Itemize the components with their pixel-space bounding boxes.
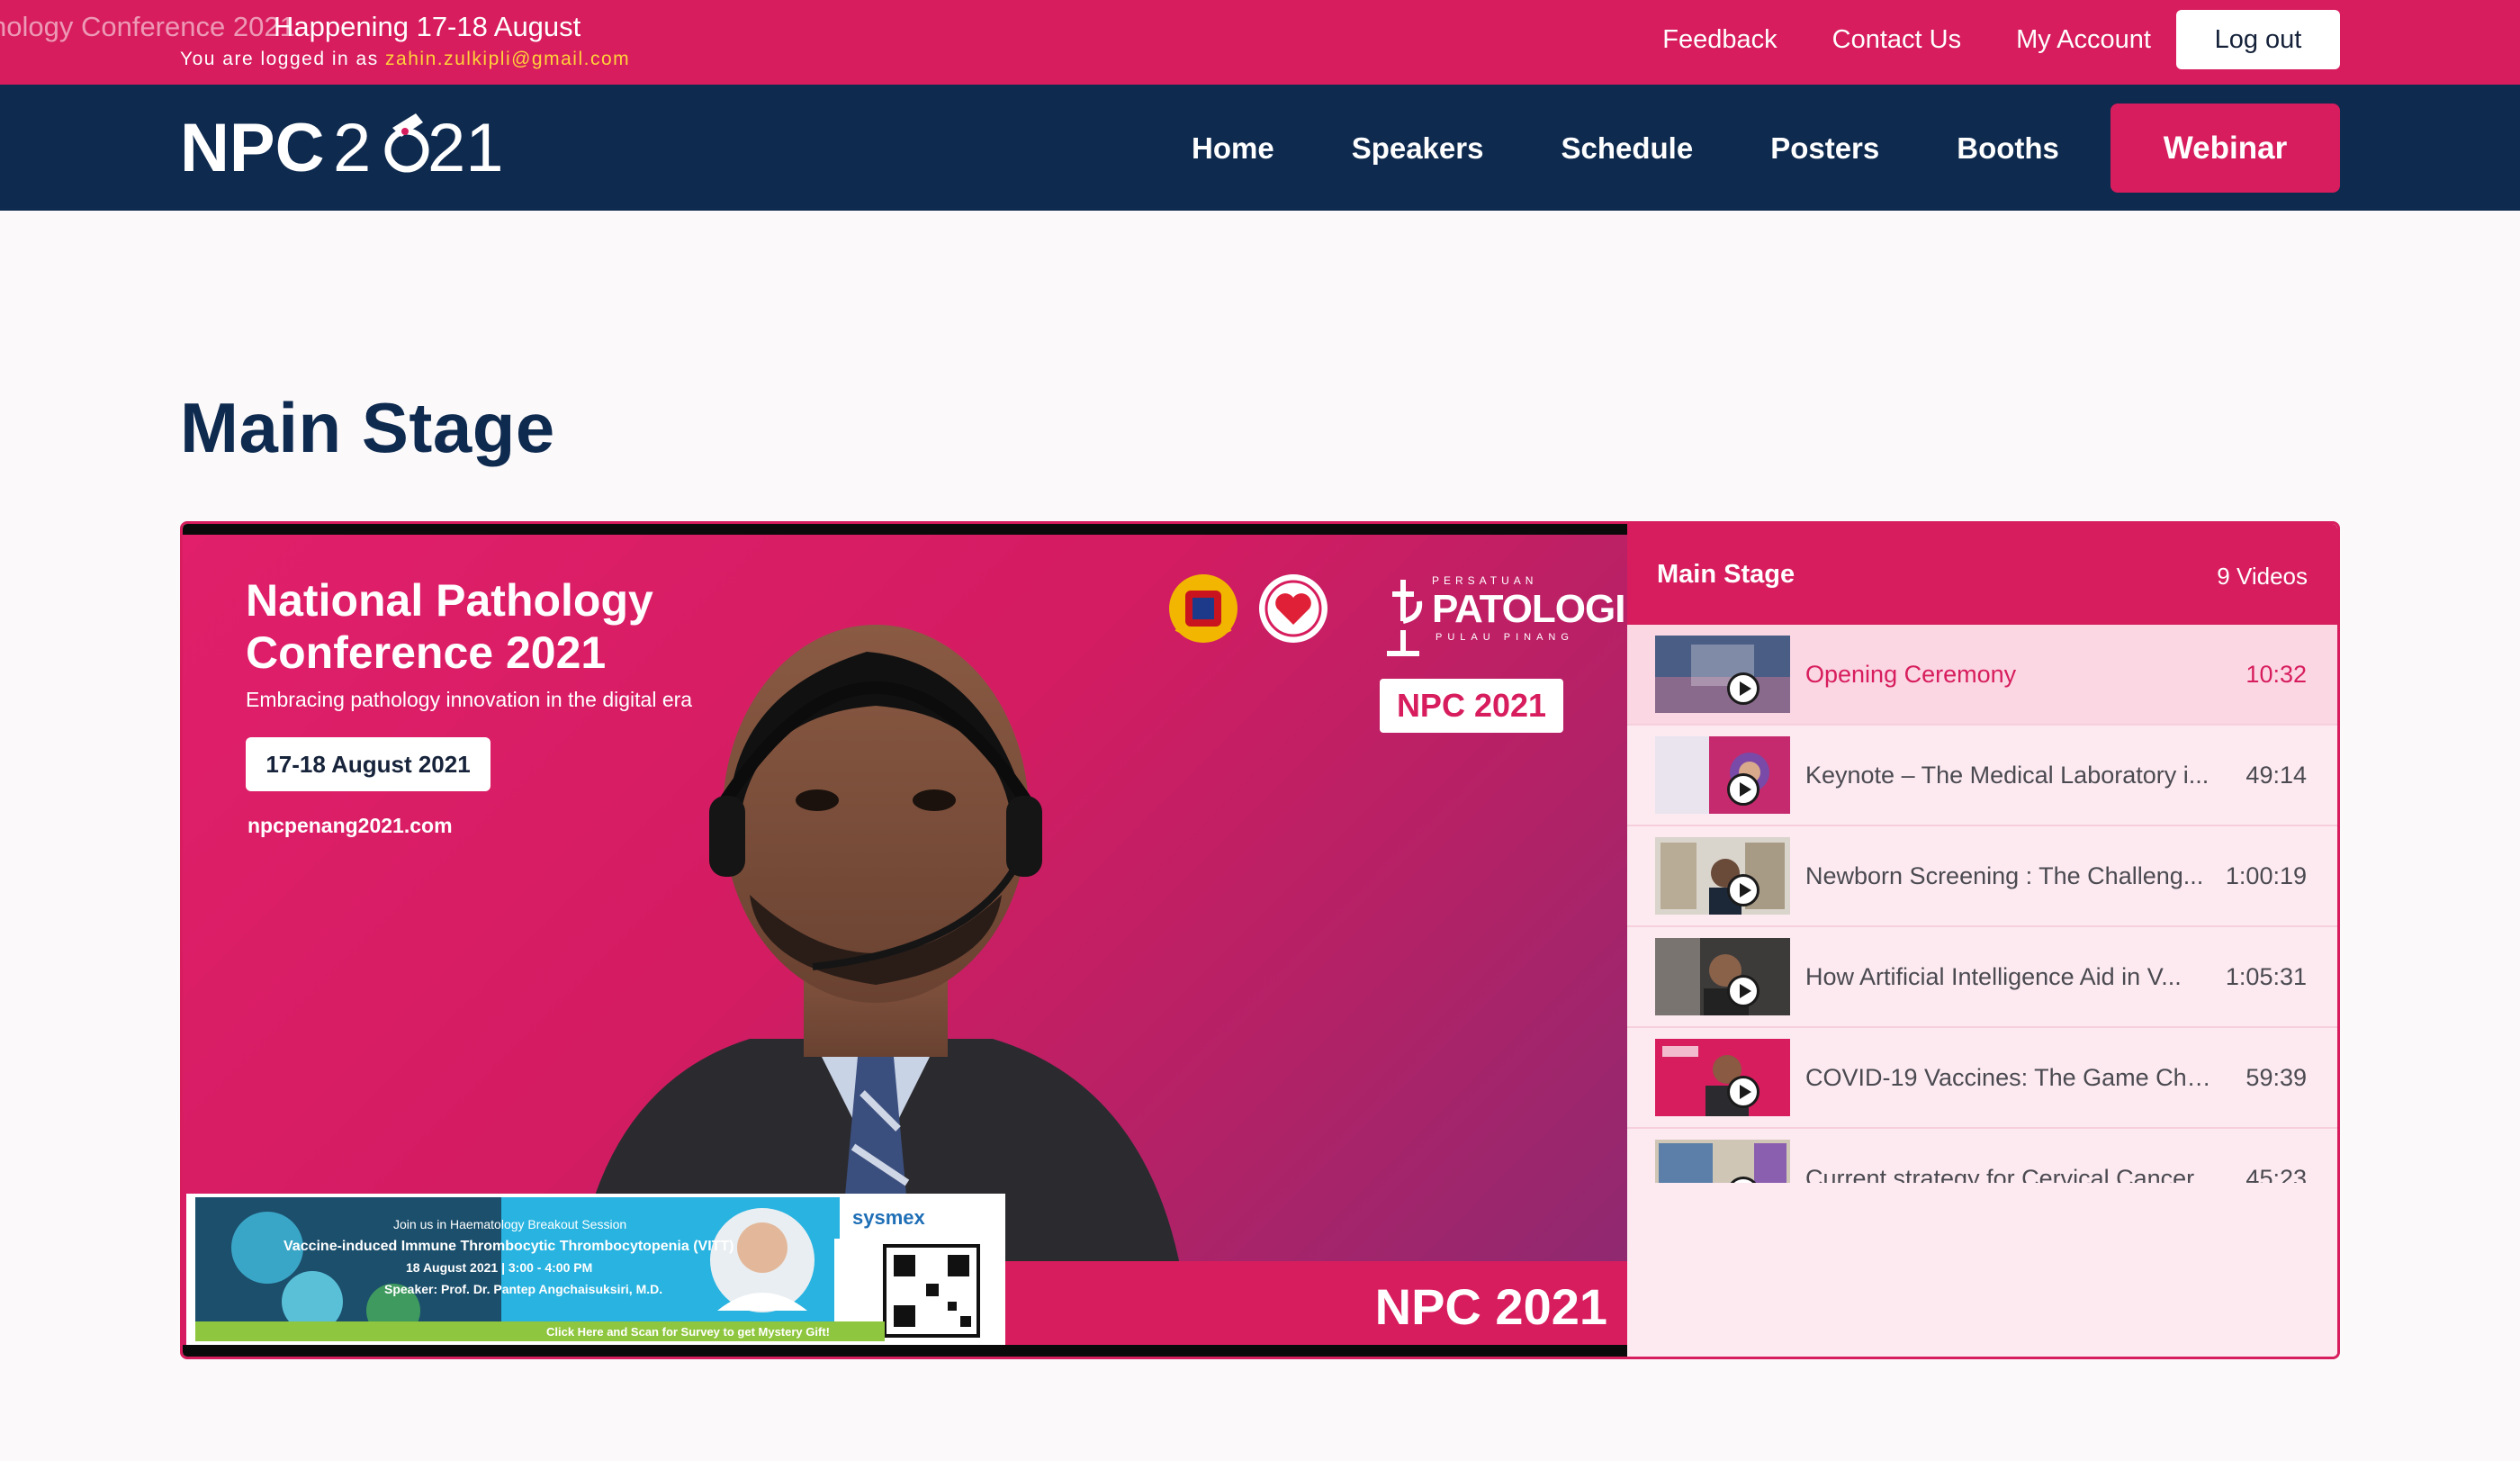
video-duration: 49:14: [2246, 762, 2307, 789]
login-status: You are logged in as zahin.zulkipli@gmai…: [180, 49, 630, 70]
user-email: zahin.zulkipli@gmail.com: [385, 49, 631, 69]
utility-links: Feedback Contact Us My Account: [1662, 25, 2151, 55]
microscope-icon: [1387, 580, 1423, 656]
svg-text:2: 2: [333, 110, 371, 186]
video-thumbnail: [1655, 736, 1790, 814]
video-title: Current strategy for Cervical Cancer...: [1805, 1165, 2214, 1183]
video-duration: 10:32: [2246, 661, 2307, 688]
video-player[interactable]: National Pathology Conference 2021 Embra…: [183, 524, 1627, 1357]
strip-logo: NPC 2021: [1374, 1278, 1607, 1335]
video-frame[interactable]: National Pathology Conference 2021 Embra…: [183, 535, 1627, 1345]
play-icon: [1727, 672, 1760, 705]
nav-speakers[interactable]: Speakers: [1352, 131, 1484, 166]
nav-posters[interactable]: Posters: [1770, 131, 1879, 166]
playlist-item[interactable]: Keynote – The Medical Laboratory i... 49…: [1627, 726, 2337, 826]
banner-line-2: Vaccine-induced Immune Thrombocytic Thro…: [284, 1239, 734, 1254]
marquee-trailing-text: hology Conference 2021: [0, 11, 295, 42]
patologi-logo: PERSATUAN PATOLOGI PULAU PINANG: [1378, 574, 1625, 656]
video-duration: 59:39: [2246, 1064, 2307, 1091]
video-title: COVID-19 Vaccines: The Game Cha...: [1805, 1064, 2219, 1091]
video-website: npcpenang2021.com: [248, 814, 453, 837]
playlist-header: Main Stage 9 Videos: [1627, 524, 2337, 625]
video-thumbnail: [1655, 1140, 1790, 1183]
play-icon: [1727, 975, 1760, 1007]
contact-us-link[interactable]: Contact Us: [1832, 25, 1961, 55]
logout-button[interactable]: Log out: [2176, 10, 2340, 69]
login-status-label: You are logged in as: [180, 49, 386, 69]
my-account-link[interactable]: My Account: [2016, 25, 2151, 55]
patologi-small-text: PERSATUAN: [1432, 574, 1538, 587]
banner-line-4: Speaker: Prof. Dr. Pantep Angchaisuksiri…: [384, 1282, 663, 1296]
video-title: Opening Ceremony: [1805, 661, 2017, 688]
video-thumbnail: [1655, 1039, 1790, 1116]
video-duration: 45:23: [2246, 1165, 2307, 1183]
video-thumbnail: [1655, 837, 1790, 915]
playlist-item[interactable]: COVID-19 Vaccines: The Game Cha... 59:39: [1627, 1028, 2337, 1129]
video-title: Keynote – The Medical Laboratory i...: [1805, 762, 2210, 789]
banner-line-1: Join us in Haematology Breakout Session: [393, 1217, 627, 1231]
video-lower-strip: NPC 2021: [1005, 1261, 1627, 1345]
play-icon: [1727, 874, 1760, 906]
video-duration: 1:00:19: [2225, 862, 2307, 889]
announcement-marquee: hology Conference 2021 Happening 17-18 A…: [0, 0, 684, 54]
svg-text:NPC: NPC: [180, 110, 324, 186]
page-title: Main Stage: [180, 388, 555, 467]
sponsor-banner[interactable]: Join us in Haematology Breakout Session …: [186, 1194, 1005, 1345]
video-thumbnail: [1655, 636, 1790, 713]
nav-schedule[interactable]: Schedule: [1561, 131, 1693, 166]
primary-nav: Home Speakers Schedule Posters Booths: [1192, 131, 2059, 166]
main-navbar: NPC 2 21 Home Speakers Schedule Posters …: [0, 85, 2520, 211]
playlist-item[interactable]: Current strategy for Cervical Cancer... …: [1627, 1129, 2337, 1183]
play-icon: [1727, 773, 1760, 806]
playlist-list[interactable]: Opening Ceremony 10:32 Keynote – The Med…: [1627, 625, 2337, 1282]
video-date-badge: 17-18 August 2021: [246, 737, 490, 791]
playlist-viewport: Opening Ceremony 10:32 Keynote – The Med…: [1627, 625, 2337, 1183]
npc-badge: NPC 2021: [1380, 679, 1563, 733]
webinar-button[interactable]: Webinar: [2110, 104, 2340, 193]
main-stage-panel: National Pathology Conference 2021 Embra…: [180, 521, 2340, 1359]
feedback-link[interactable]: Feedback: [1662, 25, 1777, 55]
playlist-count: 9 Videos: [2217, 563, 2308, 590]
video-duration: 1:05:31: [2225, 963, 2307, 990]
playlist-item[interactable]: Opening Ceremony 10:32: [1627, 625, 2337, 726]
video-thumbnail: [1655, 938, 1790, 1015]
banner-line-3: 18 August 2021 | 3:00 - 4:00 PM: [406, 1260, 593, 1275]
video-title: Newborn Screening : The Challeng...: [1805, 862, 2204, 889]
health-heart-seal-icon: [1259, 574, 1328, 643]
playlist-item[interactable]: How Artificial Intelligence Aid in V... …: [1627, 927, 2337, 1028]
nav-booths[interactable]: Booths: [1957, 131, 2059, 166]
svg-text:21: 21: [428, 110, 504, 186]
nav-home[interactable]: Home: [1192, 131, 1274, 166]
npc2021-logo[interactable]: NPC 2 21: [180, 110, 504, 187]
patologi-big-text: PATOLOGI: [1432, 587, 1625, 631]
playlist-item[interactable]: Newborn Screening : The Challeng... 1:00…: [1627, 826, 2337, 927]
top-announcement-bar: hology Conference 2021 Happening 17-18 A…: [0, 0, 2520, 85]
playlist-title: Main Stage: [1657, 560, 1796, 589]
playlist-panel: Main Stage 9 Videos Opening Ceremony 10:…: [1627, 524, 2337, 1357]
banner-line-5: Click Here and Scan for Survey to get My…: [546, 1325, 830, 1339]
patologi-sub-text: PULAU PINANG: [1436, 632, 1574, 643]
play-icon: [1727, 1076, 1760, 1108]
marquee-text: Happening 17-18 August: [274, 11, 581, 42]
video-title: How Artificial Intelligence Aid in V...: [1805, 963, 2182, 990]
banner-brand: sysmex: [852, 1206, 925, 1229]
